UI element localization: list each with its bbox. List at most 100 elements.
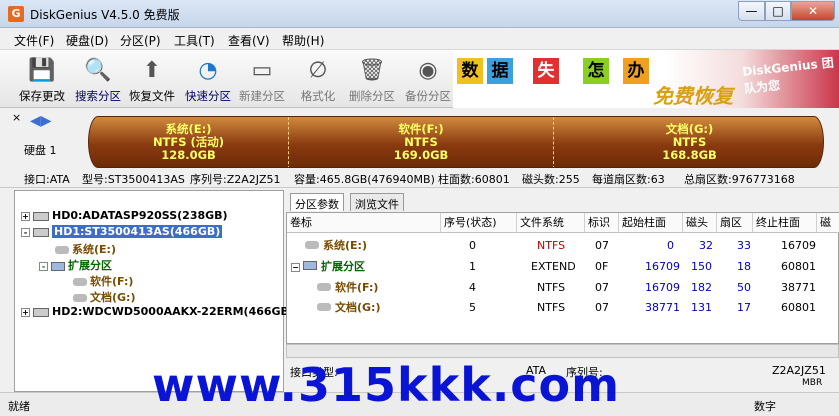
cell-id: 0F	[595, 260, 609, 273]
save-changes-button[interactable]: 💾 保存更改	[14, 52, 70, 106]
minimize-button[interactable]: —	[738, 1, 765, 21]
cell-end-cyl: 60801	[781, 301, 816, 314]
backup-icon: ◉	[418, 58, 438, 83]
menu-view[interactable]: 查看(V)	[228, 32, 270, 49]
detail-partition-style: MBR	[802, 378, 823, 388]
banner-char: 数	[457, 58, 483, 84]
format-button[interactable]: ∅ 格式化	[290, 52, 346, 106]
menu-partition[interactable]: 分区(P)	[120, 32, 161, 49]
cell-start-cyl: 16709	[645, 260, 680, 273]
tab-browse-files[interactable]: 浏览文件	[350, 193, 404, 211]
column-header[interactable]: 卷标	[287, 213, 441, 233]
banner-char: 办	[623, 58, 649, 84]
new-partition-icon: ▭	[251, 58, 273, 83]
expand-icon[interactable]: +	[21, 307, 30, 317]
search-partition-button[interactable]: 🔍 搜索分区	[70, 52, 126, 106]
column-header[interactable]: 序号(状态)	[441, 213, 517, 233]
partition-segment-f[interactable]: 软件(F:) NTFS 169.0GB	[289, 117, 554, 167]
partition-table: 卷标 序号(状态) 文件系统 标识 起始柱面 磁头 扇区 终止柱面 磁 系统(E…	[286, 212, 839, 344]
cell-fs: NTFS	[537, 301, 566, 314]
tree-item-hd0[interactable]: + HD0:ADATASP920SS(238GB)	[21, 209, 228, 222]
site-watermark: www.315kkk.com	[152, 358, 621, 412]
collapse-icon[interactable]: -	[39, 261, 48, 271]
column-header[interactable]: 文件系统	[517, 213, 585, 233]
partition-segment-g[interactable]: 文档(G:) NTFS 168.8GB	[554, 117, 823, 167]
quick-partition-icon: ◔	[198, 58, 218, 83]
cell-index: 0	[469, 239, 476, 252]
tree-item-hd2[interactable]: + HD2:WDCWD5000AAKX-22ERM(466GB)	[21, 305, 294, 318]
tree-item-partition-f[interactable]: 软件(F:)	[73, 273, 133, 289]
tab-partition-params[interactable]: 分区参数	[290, 193, 344, 211]
info-total-sectors: 总扇区数:976773168	[684, 173, 795, 186]
table-horizontal-scrollbar[interactable]	[286, 344, 839, 358]
partition-cylinder: 系统(E:) NTFS (活动) 128.0GB 软件(F:) NTFS 169…	[88, 116, 824, 168]
cell-head: 32	[699, 239, 713, 252]
banner-team: DiskGenius 团队为您	[741, 55, 835, 96]
title-bar: G DiskGenius V4.5.0 免费版 — □ ✕	[0, 0, 839, 28]
info-heads: 磁头数:255	[522, 173, 580, 186]
collapse-icon[interactable]: -	[21, 227, 30, 237]
cell-sector: 18	[737, 260, 751, 273]
disk-map-close-icon[interactable]: ×	[12, 111, 21, 124]
menu-disk[interactable]: 硬盘(D)	[66, 32, 109, 49]
cell-fs: NTFS	[537, 281, 566, 294]
delete-icon: 🗑	[358, 58, 386, 83]
hard-disk-icon	[33, 307, 49, 317]
backup-partition-button[interactable]: ◉ 备份分区	[400, 52, 456, 106]
collapse-icon[interactable]: −	[291, 263, 300, 272]
disk-nav-arrows[interactable]: ◀▶	[30, 113, 52, 129]
column-header[interactable]: 扇区	[717, 213, 753, 233]
cell-volume: 软件(F:)	[317, 279, 378, 296]
disk-label: 硬盘 1	[24, 144, 57, 157]
column-header[interactable]: 磁	[817, 213, 839, 233]
partition-segment-e[interactable]: 系统(E:) NTFS (活动) 128.0GB	[89, 117, 289, 167]
tree-item-hd1[interactable]: - HD1:ST3500413AS(466GB)	[21, 225, 223, 238]
prev-disk-icon[interactable]: ◀	[30, 113, 41, 129]
cell-head: 150	[691, 260, 712, 273]
menu-file[interactable]: 文件(F)	[14, 32, 54, 49]
partition-icon	[317, 303, 331, 311]
cell-index: 4	[469, 281, 476, 294]
menu-bar: 文件(F) 硬盘(D) 分区(P) 工具(T) 查看(V) 帮助(H)	[0, 28, 839, 50]
maximize-button[interactable]: □	[765, 1, 791, 21]
expand-icon[interactable]: +	[21, 211, 30, 221]
next-disk-icon[interactable]: ▶	[41, 113, 52, 129]
toolbar: 💾 保存更改 🔍 搜索分区 ⬆ 恢复文件 ◔ 快速分区 ▭ 新建分区 ∅ 格式化…	[0, 50, 839, 108]
info-cylinders: 柱面数:60801	[438, 173, 510, 186]
save-icon: 💾	[28, 58, 56, 83]
cell-end-cyl: 38771	[781, 281, 816, 294]
tree-item-extended[interactable]: - 扩展分区	[39, 257, 112, 273]
menu-help[interactable]: 帮助(H)	[282, 32, 324, 49]
close-button[interactable]: ✕	[791, 1, 835, 21]
disk-info-line: 接口:ATA 型号:ST3500413AS 序列号:Z2A2JZ51 容量:46…	[0, 168, 839, 188]
cell-sector: 50	[737, 281, 751, 294]
format-icon: ∅	[308, 58, 328, 83]
hard-disk-icon	[33, 227, 49, 237]
column-header[interactable]: 终止柱面	[753, 213, 817, 233]
column-header[interactable]: 起始柱面	[619, 213, 683, 233]
info-serial: 序列号:Z2A2JZ51	[190, 173, 281, 186]
cell-volume: 系统(E:)	[305, 237, 367, 254]
quick-partition-button[interactable]: ◔ 快速分区	[180, 52, 236, 106]
menu-tools[interactable]: 工具(T)	[174, 32, 215, 49]
column-header[interactable]: 标识	[585, 213, 619, 233]
window-title: DiskGenius V4.5.0 免费版	[30, 8, 180, 22]
cell-start-cyl: 16709	[645, 281, 680, 294]
search-icon: 🔍	[84, 58, 112, 83]
partition-icon	[73, 294, 87, 302]
restore-files-button[interactable]: ⬆ 恢复文件	[124, 52, 180, 106]
cell-index: 1	[469, 260, 476, 273]
tree-item-partition-g[interactable]: 文档(G:)	[73, 289, 135, 305]
cell-id: 07	[595, 239, 609, 252]
cell-end-cyl: 16709	[781, 239, 816, 252]
cell-sector: 17	[737, 301, 751, 314]
column-header[interactable]: 磁头	[683, 213, 717, 233]
cell-sector: 33	[737, 239, 751, 252]
detail-serial-value: Z2A2JZ51	[772, 364, 826, 377]
cell-index: 5	[469, 301, 476, 314]
partition-icon	[73, 278, 87, 286]
new-partition-button[interactable]: ▭ 新建分区	[234, 52, 290, 106]
ad-banner[interactable]: 数 据 失 怎 办 免费恢复 DiskGenius 团队为您	[453, 50, 839, 108]
delete-partition-button[interactable]: 🗑 删除分区	[344, 52, 400, 106]
tree-item-partition-e[interactable]: 系统(E:)	[55, 241, 116, 257]
